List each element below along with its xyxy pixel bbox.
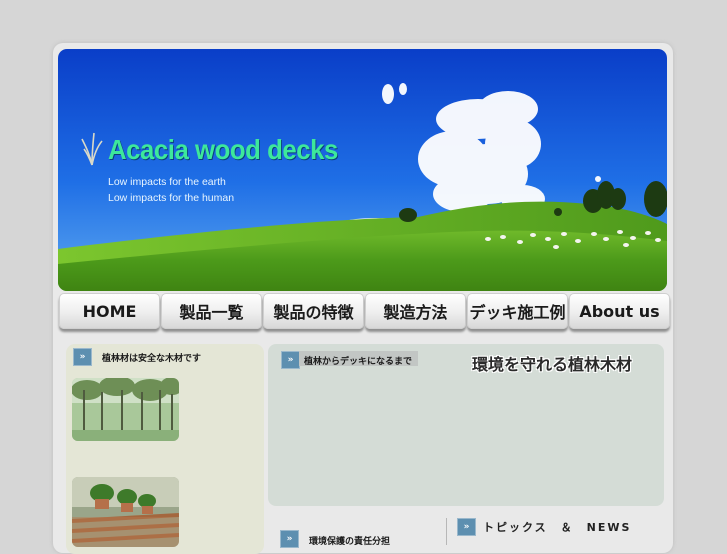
- nav-about-us[interactable]: About us: [569, 293, 670, 329]
- tagline-earth: Low impacts for the earth: [108, 176, 226, 188]
- arrow-right-icon[interactable]: »: [281, 351, 300, 369]
- deck-plants-photo: [72, 477, 179, 547]
- arrow-right-icon[interactable]: »: [280, 530, 299, 548]
- plantation-photo: [72, 378, 179, 441]
- column-divider: [446, 518, 447, 545]
- nav-features[interactable]: 製品の特徴: [263, 293, 364, 329]
- grass-logo-icon: [81, 132, 103, 166]
- nav-deck-examples[interactable]: デッキ施工例: [467, 293, 568, 329]
- right-section-title[interactable]: 植林からデッキになるまで: [304, 354, 412, 367]
- tagline-human: Low impacts for the human: [108, 192, 235, 204]
- nav-products[interactable]: 製品一覧: [161, 293, 262, 329]
- site-title[interactable]: Acacia wood decks: [108, 134, 338, 166]
- nav-home[interactable]: HOME: [59, 293, 160, 329]
- arrow-right-icon[interactable]: »: [73, 348, 92, 366]
- right-heading: 環境を守れる植林木材: [472, 355, 633, 374]
- arrow-right-icon[interactable]: »: [457, 518, 476, 536]
- main-nav: HOME 製品一覧 製品の特徴 製造方法 デッキ施工例 About us: [58, 293, 670, 329]
- banner-landscape-image: [58, 49, 667, 291]
- bottom-section-title[interactable]: 環境保護の責任分担: [309, 534, 390, 547]
- header-banner: [58, 49, 667, 291]
- left-section-title[interactable]: 植林材は安全な木材です: [102, 351, 201, 364]
- news-title[interactable]: トピックス ＆ NEWS: [483, 519, 631, 535]
- nav-manufacturing[interactable]: 製造方法: [365, 293, 466, 329]
